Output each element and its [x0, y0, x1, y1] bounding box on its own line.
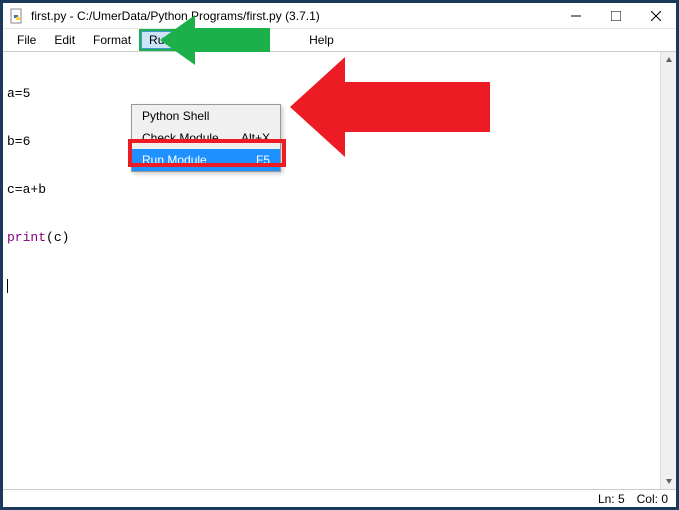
run-menu-dropdown: Python Shell Check Module Alt+X Run Modu… — [131, 104, 281, 172]
menu-item-accel: F5 — [256, 153, 270, 167]
menubar: File Edit Format Run Options Window Help — [3, 29, 676, 51]
menu-item-label: Run Module — [142, 153, 207, 167]
code-line: c=a+b — [7, 182, 672, 198]
menu-edit[interactable]: Edit — [46, 31, 83, 49]
window-title: first.py - C:/UmerData/Python Programs/f… — [31, 9, 556, 23]
status-col: Col: 0 — [637, 492, 668, 506]
menu-item-label: Python Shell — [142, 109, 209, 123]
maximize-button[interactable] — [596, 3, 636, 29]
scroll-down-arrow-icon[interactable] — [661, 473, 676, 489]
titlebar: first.py - C:/UmerData/Python Programs/f… — [3, 3, 676, 29]
menu-item-label: Check Module — [142, 131, 219, 145]
python-file-icon — [9, 8, 25, 24]
menu-help[interactable]: Help — [301, 31, 342, 49]
menu-item-run-module[interactable]: Run Module F5 — [132, 149, 280, 171]
menu-item-python-shell[interactable]: Python Shell — [132, 105, 280, 127]
code-line: print(c) — [7, 230, 672, 246]
statusbar: Ln: 5 Col: 0 — [3, 489, 676, 507]
code-line — [7, 278, 672, 294]
scroll-up-arrow-icon[interactable] — [661, 52, 676, 68]
status-line: Ln: 5 — [598, 492, 625, 506]
menu-item-accel: Alt+X — [241, 131, 270, 145]
text-cursor — [7, 279, 8, 293]
annotation-green-arrow-icon — [160, 10, 270, 73]
minimize-button[interactable] — [556, 3, 596, 29]
close-button[interactable] — [636, 3, 676, 29]
annotation-red-arrow-icon — [290, 52, 490, 165]
menu-item-check-module[interactable]: Check Module Alt+X — [132, 127, 280, 149]
menu-file[interactable]: File — [9, 31, 44, 49]
window-controls — [556, 3, 676, 28]
menu-format[interactable]: Format — [85, 31, 139, 49]
vertical-scrollbar[interactable] — [660, 52, 676, 489]
